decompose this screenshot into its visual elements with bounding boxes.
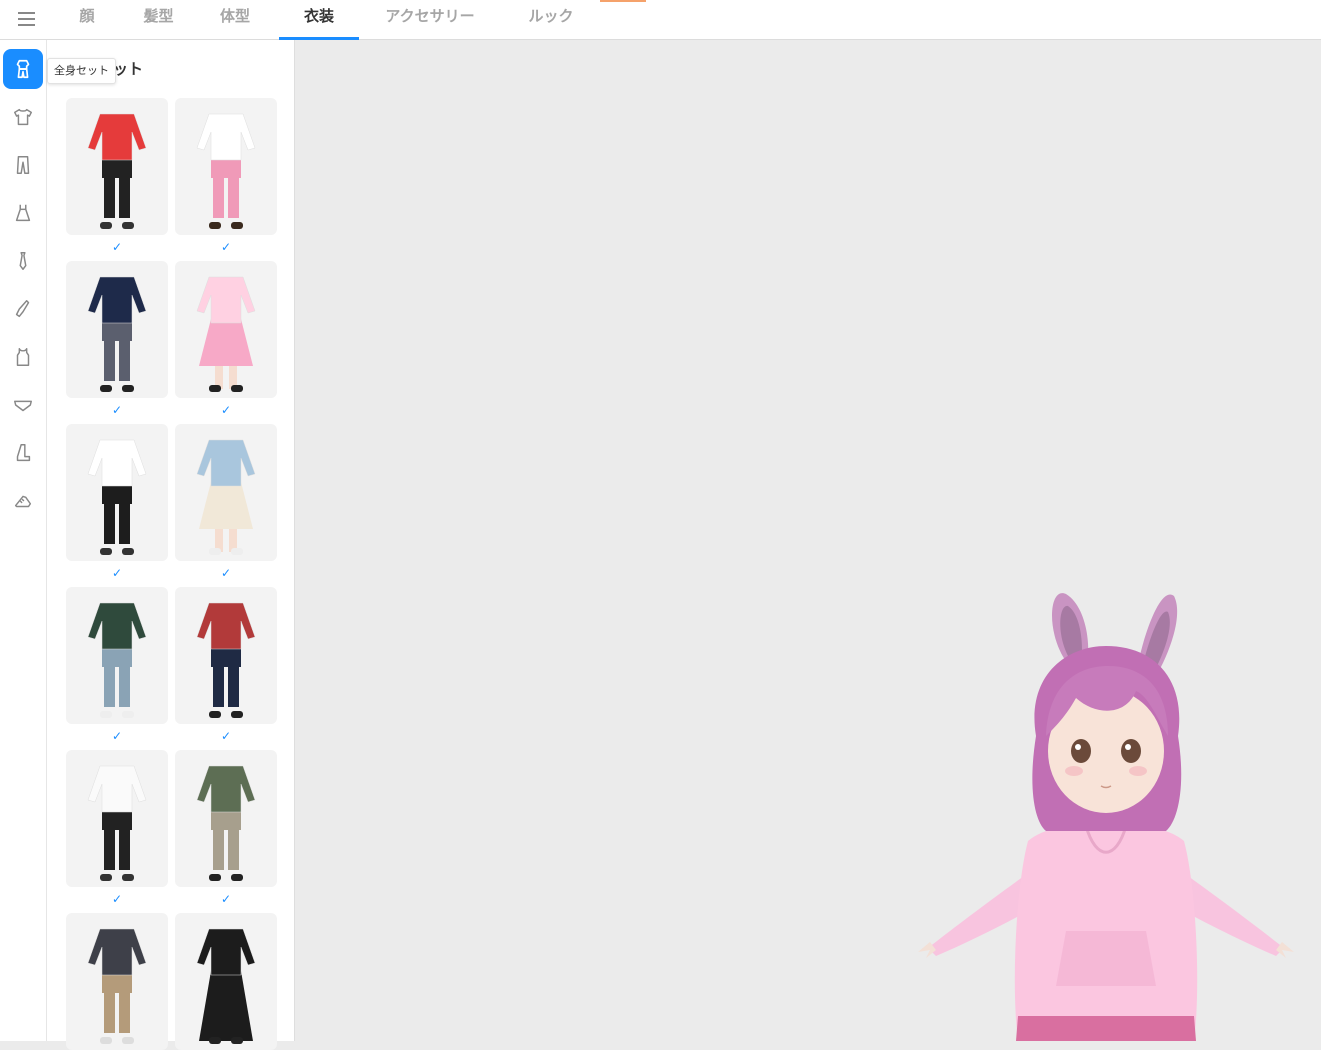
outfit-card-red-hoodie-shorts-outfit[interactable] — [66, 98, 168, 235]
owned-check-icon: ✓ — [220, 566, 232, 580]
rail-full-outfit[interactable] — [3, 49, 43, 89]
rail-ties[interactable] — [3, 241, 43, 281]
rail-bottoms[interactable] — [3, 145, 43, 185]
outfit-card-navy-blazer-uniform-outfit[interactable] — [66, 261, 168, 398]
owned-check-icon: ✓ — [220, 403, 232, 417]
rail-underwear[interactable] — [3, 385, 43, 425]
category-tabs: 顔 髪型 体型 衣装 アクセサリー ルック — [48, 0, 601, 40]
owned-check-icon: ✓ — [111, 403, 123, 417]
avatar-preview — [918, 593, 1294, 1041]
outfit-card-pink-skirt-blouse-outfit[interactable] — [175, 98, 277, 235]
owned-check-icon: ✓ — [111, 240, 123, 254]
rail-inner-tops[interactable] — [3, 337, 43, 377]
pants-icon — [16, 156, 30, 174]
top-bar: 顔 髪型 体型 衣装 アクセサリー ルック — [0, 0, 1321, 40]
outfit-card-gray-shirt-leopard-pants-outfit[interactable] — [66, 913, 168, 1050]
tab-hairstyle[interactable]: 髪型 — [126, 0, 191, 40]
tab-accessory[interactable]: アクセサリー — [359, 0, 501, 40]
underwear-icon — [14, 400, 32, 412]
dress-icon — [15, 204, 31, 222]
boot-icon — [16, 444, 31, 462]
rail-tops[interactable] — [3, 97, 43, 137]
notification-indicator — [600, 0, 646, 2]
outfit-thumbnail — [87, 928, 147, 1044]
outfit-card-pink-maid-dress-outfit[interactable] — [175, 261, 277, 398]
outfit-thumbnail — [87, 439, 147, 555]
outfit-thumbnail — [196, 928, 256, 1044]
outfit-category-rail — [0, 40, 47, 1041]
rail-tooltip: 全身セット — [47, 58, 116, 84]
shoe-icon — [14, 495, 32, 508]
owned-check-icon: ✓ — [111, 566, 123, 580]
owned-check-icon: ✓ — [111, 892, 123, 906]
outfit-card-white-crop-top-leggings-outfit[interactable] — [66, 750, 168, 887]
owned-check-icon: ✓ — [111, 729, 123, 743]
tab-outfit[interactable]: 衣装 — [279, 0, 359, 40]
outfit-card-floral-shirt-denim-shorts-outfit[interactable] — [66, 587, 168, 724]
tshirt-icon — [14, 108, 32, 126]
full-outfit-icon — [16, 59, 30, 79]
tab-look[interactable]: ルック — [501, 0, 601, 40]
outfit-thumbnail — [196, 113, 256, 229]
outfit-card-green-hoodie-plaid-skirt-outfit[interactable] — [175, 750, 277, 887]
rail-dresses[interactable] — [3, 193, 43, 233]
tab-face[interactable]: 顔 — [48, 0, 126, 40]
tab-body[interactable]: 体型 — [191, 0, 279, 40]
rail-boots[interactable] — [3, 433, 43, 473]
outfit-card-black-long-dress-outfit[interactable] — [175, 913, 277, 1050]
rail-socks[interactable] — [3, 289, 43, 329]
outfit-card-denim-jacket-cream-dress-outfit[interactable] — [175, 424, 277, 561]
outfit-thumbnail — [196, 276, 256, 392]
outfit-card-sailor-top-shorts-outfit[interactable] — [66, 424, 168, 561]
outfit-thumbnail — [196, 765, 256, 881]
outfit-thumbnail — [196, 602, 256, 718]
outfit-thumbnail — [87, 276, 147, 392]
owned-check-icon: ✓ — [220, 240, 232, 254]
panel-title: ット — [113, 60, 144, 78]
tie-icon — [19, 252, 27, 270]
rail-shoes[interactable] — [3, 481, 43, 521]
avatar-viewport[interactable] — [296, 41, 1321, 1041]
tank-top-icon — [16, 348, 30, 366]
outfit-thumbnail — [87, 113, 147, 229]
sock-icon — [15, 300, 30, 318]
owned-check-icon: ✓ — [220, 729, 232, 743]
outfit-thumbnail — [196, 439, 256, 555]
owned-check-icon: ✓ — [220, 892, 232, 906]
outfit-thumbnail — [87, 602, 147, 718]
outfit-thumbnail — [87, 765, 147, 881]
outfit-card-red-floral-shirt-jeans-outfit[interactable] — [175, 587, 277, 724]
hamburger-menu-icon[interactable] — [14, 8, 40, 30]
